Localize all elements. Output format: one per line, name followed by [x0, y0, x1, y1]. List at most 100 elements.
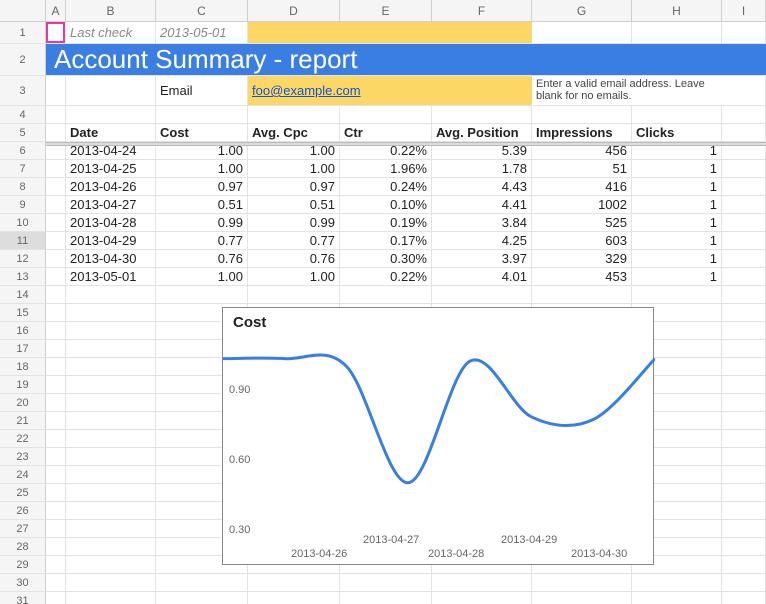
cell[interactable]	[46, 358, 66, 375]
cell[interactable]	[66, 574, 156, 591]
cell[interactable]	[46, 448, 66, 465]
cell[interactable]	[532, 286, 632, 303]
cell[interactable]	[722, 304, 766, 321]
cell[interactable]	[722, 556, 766, 573]
cell[interactable]: 1	[632, 268, 722, 285]
row-header[interactable]: 10	[0, 214, 46, 232]
cell[interactable]: 3.84	[432, 214, 532, 231]
row-header[interactable]: 28	[0, 538, 46, 556]
cell[interactable]: 1.00	[156, 268, 248, 285]
cell[interactable]	[46, 232, 66, 249]
cell[interactable]	[722, 466, 766, 483]
row-header[interactable]: 9	[0, 196, 46, 214]
row-header[interactable]: 3	[0, 76, 46, 106]
cell[interactable]	[46, 592, 66, 604]
cell[interactable]	[46, 286, 66, 303]
cell[interactable]: Clicks	[632, 124, 722, 141]
cell[interactable]	[432, 592, 532, 604]
cell[interactable]: 0.97	[248, 178, 340, 195]
row-header[interactable]: 12	[0, 250, 46, 268]
cell[interactable]	[66, 106, 156, 123]
cell[interactable]: Avg. Cpc	[248, 124, 340, 141]
row-header[interactable]: 8	[0, 178, 46, 196]
cell[interactable]	[66, 358, 156, 375]
cell[interactable]: 4.43	[432, 178, 532, 195]
cell[interactable]	[66, 556, 156, 573]
cell[interactable]: Cost	[156, 124, 248, 141]
cell[interactable]	[722, 520, 766, 537]
cell[interactable]: 0.24%	[340, 178, 432, 195]
cell[interactable]: 4.25	[432, 232, 532, 249]
active-cell[interactable]	[46, 22, 66, 43]
row-header[interactable]: 4	[0, 106, 46, 124]
row-header[interactable]: 24	[0, 466, 46, 484]
row-header[interactable]: 14	[0, 286, 46, 304]
col-header-c[interactable]: C	[156, 0, 248, 21]
cell[interactable]	[66, 502, 156, 519]
row-header[interactable]: 13	[0, 268, 46, 286]
row-header[interactable]: 22	[0, 430, 46, 448]
cell[interactable]	[722, 106, 766, 123]
cell[interactable]	[46, 124, 66, 141]
cell[interactable]	[66, 340, 156, 357]
cell[interactable]: 4.41	[432, 196, 532, 213]
cell[interactable]: Date	[66, 124, 156, 141]
cell[interactable]	[156, 574, 248, 591]
cell[interactable]	[722, 196, 766, 213]
cell[interactable]	[66, 322, 156, 339]
row-header[interactable]: 7	[0, 160, 46, 178]
cell[interactable]	[66, 430, 156, 447]
cell[interactable]	[248, 22, 532, 43]
cell[interactable]	[722, 322, 766, 339]
cell[interactable]: 3.97	[432, 250, 532, 267]
cell[interactable]	[632, 592, 722, 604]
cell[interactable]	[156, 286, 248, 303]
cell[interactable]	[66, 538, 156, 555]
cell[interactable]	[46, 340, 66, 357]
cell[interactable]	[340, 574, 432, 591]
row-header[interactable]: 18	[0, 358, 46, 376]
cell[interactable]	[722, 178, 766, 195]
cell[interactable]: Ctr	[340, 124, 432, 141]
cell[interactable]	[722, 484, 766, 501]
cell[interactable]: 0.97	[156, 178, 248, 195]
cell[interactable]	[722, 430, 766, 447]
cell[interactable]: 1002	[532, 196, 632, 213]
cell[interactable]	[66, 484, 156, 501]
row-header[interactable]: 23	[0, 448, 46, 466]
cell[interactable]: 2013-04-27	[66, 196, 156, 213]
cell[interactable]	[46, 106, 66, 123]
cost-chart[interactable]: Cost 0.90 0.60 0.30 2013-04-26 2013-04-2…	[222, 307, 654, 565]
cell[interactable]	[722, 592, 766, 604]
cell[interactable]: 2013-05-01	[66, 268, 156, 285]
cell[interactable]: 51	[532, 160, 632, 177]
email-link[interactable]: foo@example.com	[252, 83, 361, 98]
cell[interactable]: Enter a valid email address. Leave blank…	[532, 76, 722, 105]
cell[interactable]	[432, 574, 532, 591]
cell[interactable]: 1.78	[432, 160, 532, 177]
freeze-bar[interactable]	[46, 142, 766, 146]
cell[interactable]	[532, 574, 632, 591]
cell[interactable]	[66, 448, 156, 465]
cell[interactable]	[632, 286, 722, 303]
cell[interactable]	[340, 592, 432, 604]
cell[interactable]: 525	[532, 214, 632, 231]
spreadsheet[interactable]: A B C D E F G H I 1234567891011121314151…	[0, 0, 766, 604]
cell[interactable]: 1	[632, 196, 722, 213]
cell[interactable]	[722, 214, 766, 231]
cell[interactable]	[632, 574, 722, 591]
cell[interactable]	[46, 520, 66, 537]
row-header[interactable]: 26	[0, 502, 46, 520]
cell[interactable]: 0.19%	[340, 214, 432, 231]
row-header[interactable]: 31	[0, 592, 46, 604]
cell[interactable]: 0.17%	[340, 232, 432, 249]
cell[interactable]: 453	[532, 268, 632, 285]
cell[interactable]: 0.99	[248, 214, 340, 231]
cell[interactable]	[722, 250, 766, 267]
cell[interactable]	[722, 22, 766, 43]
cell[interactable]	[46, 538, 66, 555]
cell[interactable]	[632, 22, 722, 43]
cell[interactable]: 1.00	[248, 268, 340, 285]
cell[interactable]	[532, 106, 632, 123]
col-header-g[interactable]: G	[532, 0, 632, 21]
